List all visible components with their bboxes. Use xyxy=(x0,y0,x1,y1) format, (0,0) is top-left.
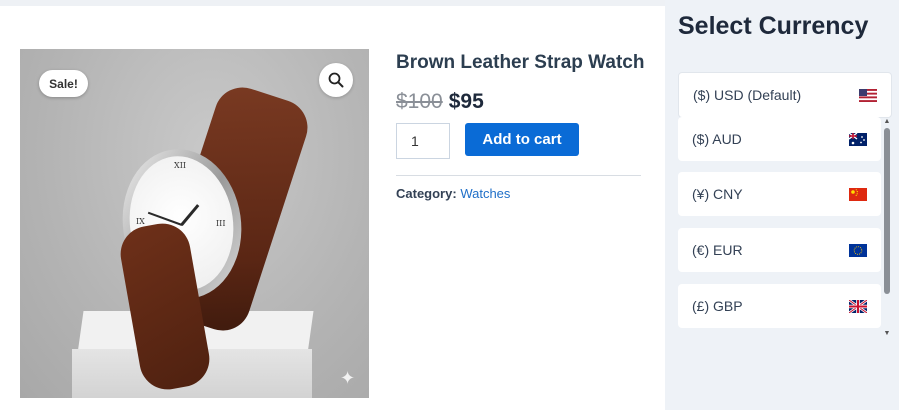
dial-numeral: IX xyxy=(136,217,145,226)
scrollbar-thumb[interactable] xyxy=(884,128,890,294)
currency-label: ($) AUD xyxy=(692,131,742,147)
sale-price: $95 xyxy=(448,90,484,113)
category-label: Category: xyxy=(396,186,457,201)
currency-option-usd[interactable]: ($) USD (Default) xyxy=(678,72,892,118)
currency-option-cny[interactable]: (¥) CNY xyxy=(678,172,881,216)
quantity-input[interactable] xyxy=(396,123,450,159)
eu-flag-icon xyxy=(849,243,867,257)
dial-numeral: XII xyxy=(174,161,187,170)
zoom-button[interactable] xyxy=(319,63,353,97)
currency-heading: Select Currency xyxy=(678,12,869,40)
product-image[interactable]: XII III VI IX xyxy=(20,49,369,398)
currency-label: (£) GBP xyxy=(692,298,743,314)
currency-option-aud[interactable]: ($) AUD xyxy=(678,117,881,161)
cn-flag-icon xyxy=(849,187,867,201)
sale-badge: Sale! xyxy=(39,70,88,97)
currency-option-gbp[interactable]: (£) GBP xyxy=(678,284,881,328)
scroll-down-arrow[interactable]: ▼ xyxy=(883,330,891,337)
currency-option-eur[interactable]: (€) EUR xyxy=(678,228,881,272)
currency-label: ($) USD (Default) xyxy=(693,87,802,103)
search-icon xyxy=(328,72,344,88)
sparkle-icon: ✦ xyxy=(340,368,356,388)
dial-numeral: III xyxy=(216,219,226,228)
au-flag-icon xyxy=(849,132,867,146)
divider xyxy=(396,175,641,176)
category-link-watches[interactable]: Watches xyxy=(460,186,510,201)
add-to-cart-button[interactable]: Add to cart xyxy=(465,123,579,156)
price: $100 $95 xyxy=(396,90,484,114)
currency-label: (¥) CNY xyxy=(692,186,743,202)
product-title: Brown Leather Strap Watch xyxy=(396,52,645,73)
us-flag-icon xyxy=(859,88,877,102)
currency-label: (€) EUR xyxy=(692,242,743,258)
scroll-up-arrow[interactable]: ▲ xyxy=(883,118,891,125)
product-category: Category: Watches xyxy=(396,186,510,201)
original-price: $100 xyxy=(396,90,443,113)
gb-flag-icon xyxy=(849,299,867,313)
